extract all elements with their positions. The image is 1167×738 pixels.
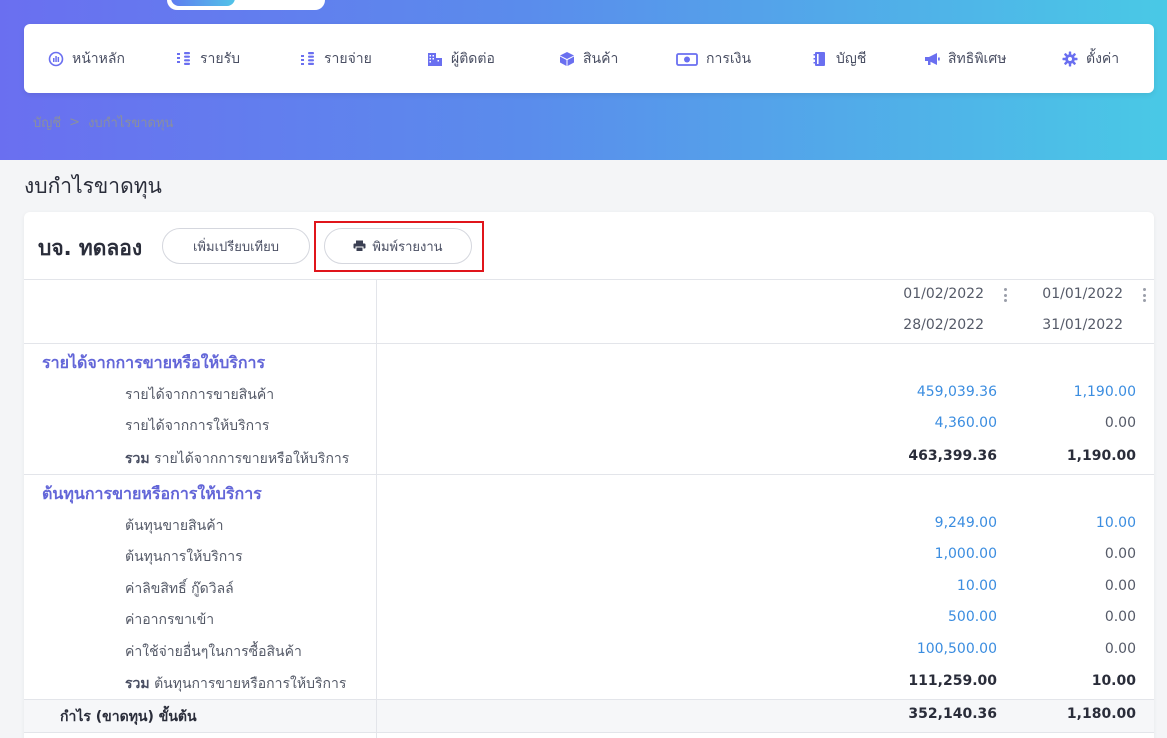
row-value-period-2: 0.00	[1104, 641, 1136, 657]
row-value-period-2: 0.00	[1104, 609, 1136, 625]
total-prefix: รวม	[125, 676, 150, 692]
nav-item-label: หน้าหลัก	[72, 50, 125, 67]
coins-down-icon	[300, 51, 316, 67]
row-value-period-1[interactable]: 459,039.36	[857, 384, 997, 400]
gross-profit-period-1: 352,140.36	[908, 706, 997, 722]
label-column-divider	[376, 279, 377, 738]
row-value-period-2: 0.00	[1104, 546, 1136, 562]
row-label: ต้นทุนขายสินค้า	[125, 518, 224, 534]
workspace-switcher[interactable]	[167, 0, 325, 10]
divider	[24, 343, 1154, 344]
row-value-period-2: 0.00	[1104, 415, 1136, 431]
row-value-period-1[interactable]: 500.00	[857, 609, 997, 625]
nav-item-label: สิทธิพิเศษ	[948, 50, 1007, 67]
breadcrumb: บัญชี > งบกำไรขาดทุน	[33, 112, 173, 133]
nav-item-expense[interactable]: รายจ่าย	[300, 48, 427, 70]
coins-up-icon	[176, 51, 192, 67]
row-value-period-1[interactable]: 100,500.00	[857, 641, 997, 657]
gross-profit-label: กำไร (ขาดทุน) ขั้นต้น	[60, 709, 197, 725]
nav-item-home[interactable]: หน้าหลัก	[48, 48, 176, 70]
nav-item-settings[interactable]: ตั้งค่า	[1062, 48, 1142, 70]
report-card: บจ. ทดลอง เพิ่มเปรียบเทียบ พิมพ์รายงาน 0…	[24, 212, 1154, 738]
section-title-revenue: รายได้จากการขายหรือให้บริการ	[42, 353, 266, 372]
row-value-period-2: 0.00	[1104, 578, 1136, 594]
period-1-end: 28/02/2022	[903, 317, 984, 333]
breadcrumb-separator: >	[69, 115, 81, 130]
period-2-start: 01/01/2022	[1042, 286, 1123, 302]
total-value-period-1: 111,259.00	[908, 673, 997, 689]
row-label: ค่าใช้จ่ายอื่นๆในการซื้อสินค้า	[125, 644, 302, 660]
nav-item-accounting[interactable]: บัญชี	[812, 48, 924, 70]
nav-item-label: การเงิน	[706, 50, 752, 67]
row-label-total: รวม รายได้จากการขายหรือให้บริการ	[125, 448, 349, 470]
page-title: งบกำไรขาดทุน	[24, 174, 162, 198]
nav-item-label: ผู้ติดต่อ	[451, 50, 495, 67]
row-value-period-1[interactable]: 10.00	[857, 578, 997, 594]
ledger-icon	[812, 51, 828, 67]
nav-item-contacts[interactable]: ผู้ติดต่อ	[427, 48, 559, 70]
company-name: บจ. ทดลอง	[38, 236, 143, 260]
workspace-switcher-active	[171, 0, 235, 6]
breadcrumb-parent-link[interactable]: บัญชี	[33, 112, 61, 133]
row-value-period-2[interactable]: 1,190.00	[996, 384, 1136, 400]
divider	[24, 279, 1154, 280]
nav-item-finance[interactable]: การเงิน	[676, 48, 812, 70]
row-label-total: รวม ต้นทุนการขายหรือการให้บริการ	[125, 673, 346, 695]
nav-item-label: รายจ่าย	[324, 50, 372, 67]
nav-item-label: รายรับ	[200, 50, 240, 67]
total-value-period-2: 10.00	[1091, 673, 1136, 689]
row-label: รายได้จากการให้บริการ	[125, 418, 270, 434]
section-title-cost: ต้นทุนการขายหรือการให้บริการ	[42, 484, 262, 503]
divider	[24, 732, 1154, 733]
money-icon	[676, 51, 698, 67]
total-label: รายได้จากการขายหรือให้บริการ	[154, 451, 350, 467]
row-value-period-2[interactable]: 10.00	[996, 515, 1136, 531]
divider	[24, 474, 1154, 475]
row-label: รายได้จากการขายสินค้า	[125, 387, 275, 403]
gear-icon	[1062, 51, 1078, 67]
nav-item-label: สินค้า	[583, 50, 619, 67]
period-2-end: 31/01/2022	[1042, 317, 1123, 333]
period-1-menu-icon[interactable]	[1003, 288, 1007, 302]
nav-item-income[interactable]: รายรับ	[176, 48, 300, 70]
row-label: ค่าลิขสิทธิ์ กู๊ดวิลล์	[125, 581, 234, 597]
nav-item-label: ตั้งค่า	[1086, 50, 1120, 67]
breadcrumb-current: งบกำไรขาดทุน	[88, 116, 174, 131]
row-value-period-1[interactable]: 9,249.00	[857, 515, 997, 531]
row-value-period-1[interactable]: 4,360.00	[857, 415, 997, 431]
nav-item-label: บัญชี	[836, 50, 867, 67]
total-prefix: รวม	[125, 451, 150, 467]
total-value-period-2: 1,190.00	[1066, 448, 1136, 464]
period-2-menu-icon[interactable]	[1142, 288, 1146, 302]
add-comparison-button[interactable]: เพิ่มเปรียบเทียบ	[162, 228, 310, 264]
nav-item-privileges[interactable]: สิทธิพิเศษ	[924, 48, 1062, 70]
total-value-period-1: 463,399.36	[908, 448, 997, 464]
row-label: ต้นทุนการให้บริการ	[125, 549, 243, 565]
main-navbar: หน้าหลัก รายรับ รายจ่าย ผู้ติดต่อ สินค้า…	[24, 24, 1154, 93]
print-button-highlight	[314, 221, 484, 272]
row-label: ค่าอากรขาเข้า	[125, 612, 215, 628]
gross-profit-period-2: 1,180.00	[1066, 706, 1136, 722]
nav-item-products[interactable]: สินค้า	[559, 48, 676, 70]
building-icon	[427, 51, 443, 67]
total-label: ต้นทุนการขายหรือการให้บริการ	[154, 676, 347, 692]
box-icon	[559, 51, 575, 67]
row-value-period-1[interactable]: 1,000.00	[857, 546, 997, 562]
period-1-start: 01/02/2022	[903, 286, 984, 302]
chart-circle-icon	[48, 51, 64, 67]
label-column-divider	[376, 700, 377, 732]
megaphone-icon	[924, 51, 940, 67]
